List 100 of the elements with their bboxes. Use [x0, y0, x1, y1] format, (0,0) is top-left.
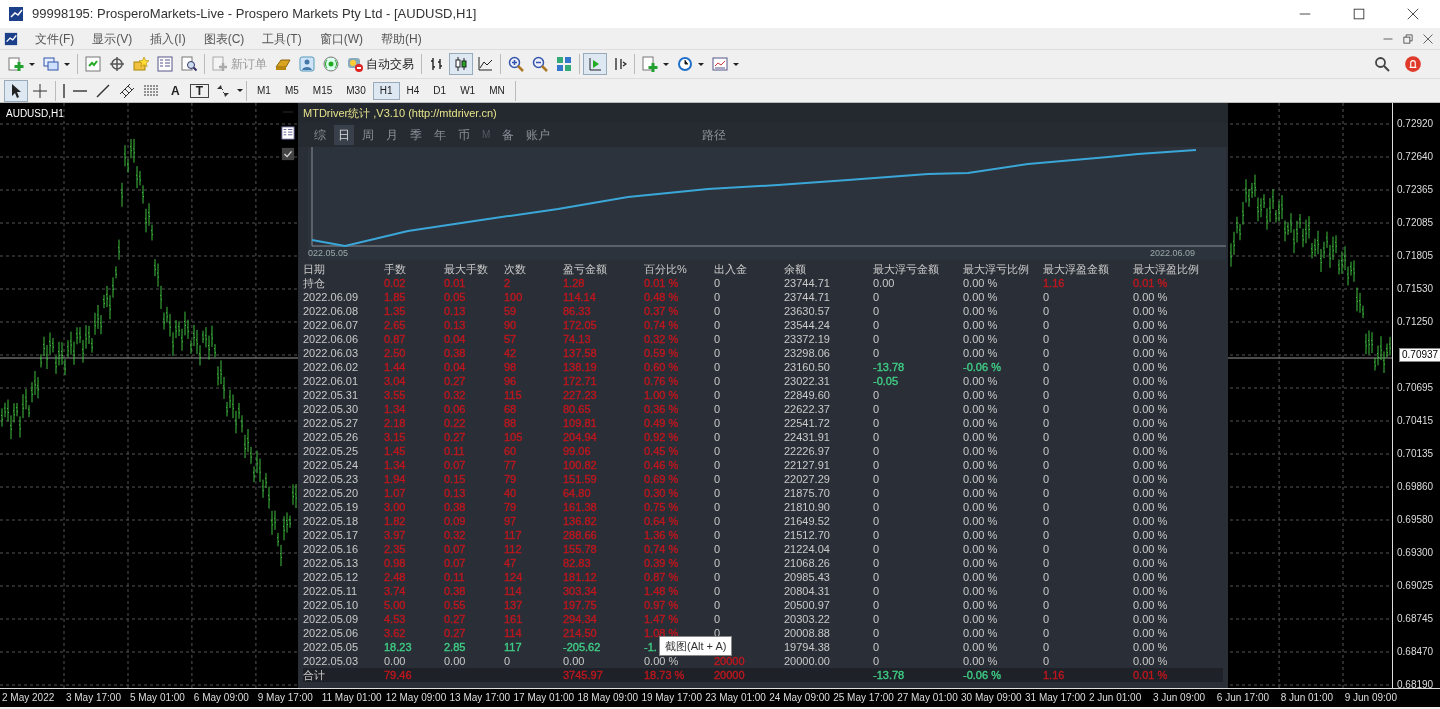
- caret-icon[interactable]: [64, 62, 70, 66]
- timeframe-button[interactable]: M30: [339, 81, 373, 100]
- crosshair-icon[interactable]: [109, 56, 125, 72]
- clock-icon[interactable]: [677, 56, 693, 72]
- table-cell: 2022.05.06: [303, 627, 359, 639]
- panel-tab[interactable]: 综: [310, 125, 330, 145]
- timeframe-button[interactable]: M15: [305, 81, 340, 100]
- table-cell: 80.65: [563, 403, 591, 415]
- table-cell: 21068.26: [784, 557, 830, 569]
- new-chart-icon[interactable]: [8, 56, 24, 72]
- menu-item[interactable]: 插入(I): [141, 29, 195, 48]
- menu-item[interactable]: 文件(F): [26, 29, 84, 48]
- table-cell: 0: [1043, 305, 1050, 317]
- timeframe-button[interactable]: H1: [372, 81, 400, 100]
- account-icon[interactable]: [299, 56, 315, 72]
- table-cell: 0.00 %: [1133, 445, 1168, 457]
- indicators-icon[interactable]: [642, 56, 658, 72]
- panel-tab[interactable]: 备: [498, 125, 519, 145]
- candlestick-chart-button[interactable]: [449, 53, 473, 75]
- panel-tab[interactable]: 年: [430, 125, 450, 145]
- table-cell: 2022.05.16: [303, 543, 359, 555]
- caret-icon[interactable]: [29, 62, 35, 66]
- zoom-in-icon[interactable]: [508, 56, 524, 72]
- timeframe-button[interactable]: M5: [277, 81, 306, 100]
- auto-trading-icon: [347, 56, 363, 72]
- panel-tab[interactable]: 日: [334, 125, 354, 145]
- table-cell: 0: [714, 501, 721, 513]
- table-cell: 2022.05.26: [303, 431, 359, 443]
- timeframe-button[interactable]: D1: [426, 81, 454, 100]
- table-cell: 0.98: [384, 557, 406, 569]
- table-cell: 114.14: [563, 291, 596, 303]
- table-cell: 114: [504, 585, 522, 597]
- favorites-star-icon[interactable]: [133, 56, 149, 72]
- timeframe-button[interactable]: W1: [453, 81, 483, 100]
- caret-icon[interactable]: [698, 62, 704, 66]
- maximize-icon[interactable]: [1352, 7, 1366, 21]
- panel-tab[interactable]: 币: [454, 125, 474, 145]
- table-cell: 0.02: [384, 277, 406, 289]
- table-cell: 0.11: [444, 445, 465, 457]
- restore-icon[interactable]: [1402, 32, 1414, 45]
- panel-tab[interactable]: 周: [358, 125, 378, 145]
- chart-window-icon[interactable]: [4, 31, 18, 46]
- menu-item[interactable]: 窗口(W): [310, 29, 372, 48]
- text-tool[interactable]: A: [163, 81, 188, 100]
- caret-icon[interactable]: [237, 89, 243, 92]
- menu-item[interactable]: 图表(C): [194, 29, 254, 48]
- table-cell: 3.97: [384, 529, 406, 541]
- market-watch-icon[interactable]: [85, 56, 101, 72]
- ingot-icon[interactable]: [275, 56, 291, 72]
- table-cell: 0: [1043, 319, 1050, 331]
- table-cell: 2022.05.09: [303, 613, 359, 625]
- timeframe-button[interactable]: MN: [482, 81, 512, 100]
- table-cell: 214.50: [563, 627, 597, 639]
- panel-tab[interactable]: 路径: [698, 125, 731, 145]
- panel-tab[interactable]: 账户: [522, 125, 555, 145]
- time-label: 18 May 09:00: [577, 692, 639, 703]
- table-cell: 0.07: [444, 557, 466, 569]
- table-cell: 18.23: [384, 641, 412, 653]
- close-icon[interactable]: [1406, 7, 1420, 21]
- timeframe-button[interactable]: M1: [250, 81, 278, 100]
- table-cell: 114: [504, 627, 522, 639]
- search-icon[interactable]: [1374, 56, 1390, 72]
- panel-tab[interactable]: 月: [382, 125, 402, 145]
- timeframe-button[interactable]: H4: [399, 81, 427, 100]
- close-icon[interactable]: [1422, 32, 1434, 45]
- table-cell: 0.04: [444, 333, 466, 345]
- panel-tab[interactable]: 季: [406, 125, 426, 145]
- crosshair-tool-icon: [32, 82, 48, 99]
- check-icon[interactable]: [281, 147, 295, 161]
- table-cell: 0: [714, 389, 721, 401]
- window-icon[interactable]: [281, 126, 295, 140]
- text-label-tool[interactable]: T: [187, 81, 211, 100]
- tile-windows-icon[interactable]: [556, 56, 572, 72]
- table-cell: 0: [714, 515, 721, 527]
- table-cell: 1.34: [384, 403, 406, 415]
- tester-icon[interactable]: [181, 56, 197, 72]
- menu-item[interactable]: 工具(T): [253, 29, 311, 48]
- table-cell: 3.55: [384, 389, 406, 401]
- template-icon[interactable]: [712, 56, 728, 72]
- window-title: 99998195: ProsperoMarkets-Live - Prospero Markets Pty Ltd - [AUDUSD,H1]: [32, 5, 477, 24]
- table-cell: 0: [873, 459, 880, 471]
- profiles-icon[interactable]: [43, 56, 59, 72]
- table-cell: 0.37 %: [644, 305, 679, 317]
- cursor-tool-button[interactable]: [4, 79, 28, 102]
- table-cell: 0.27: [444, 431, 466, 443]
- table-cell: 1.94: [384, 473, 406, 485]
- time-label: 27 May 01:00: [897, 692, 958, 703]
- trend-line-tool-icon: [95, 82, 111, 99]
- autoscroll-button[interactable]: [583, 53, 607, 75]
- caret-icon[interactable]: [733, 62, 739, 66]
- zoom-out-icon[interactable]: [532, 56, 548, 72]
- table-cell: 227.23: [563, 389, 597, 401]
- menu-item[interactable]: 显示(V): [83, 29, 142, 48]
- signal-icon[interactable]: [323, 56, 339, 72]
- table-cell: 0: [714, 585, 721, 597]
- menu-item[interactable]: 帮助(H): [372, 29, 431, 48]
- caret-icon[interactable]: [663, 62, 669, 66]
- time-label: 6 Jun 17:00: [1216, 692, 1270, 703]
- notification-icon[interactable]: [1404, 55, 1422, 73]
- auto-trading-button[interactable]: 自动交易: [343, 53, 418, 75]
